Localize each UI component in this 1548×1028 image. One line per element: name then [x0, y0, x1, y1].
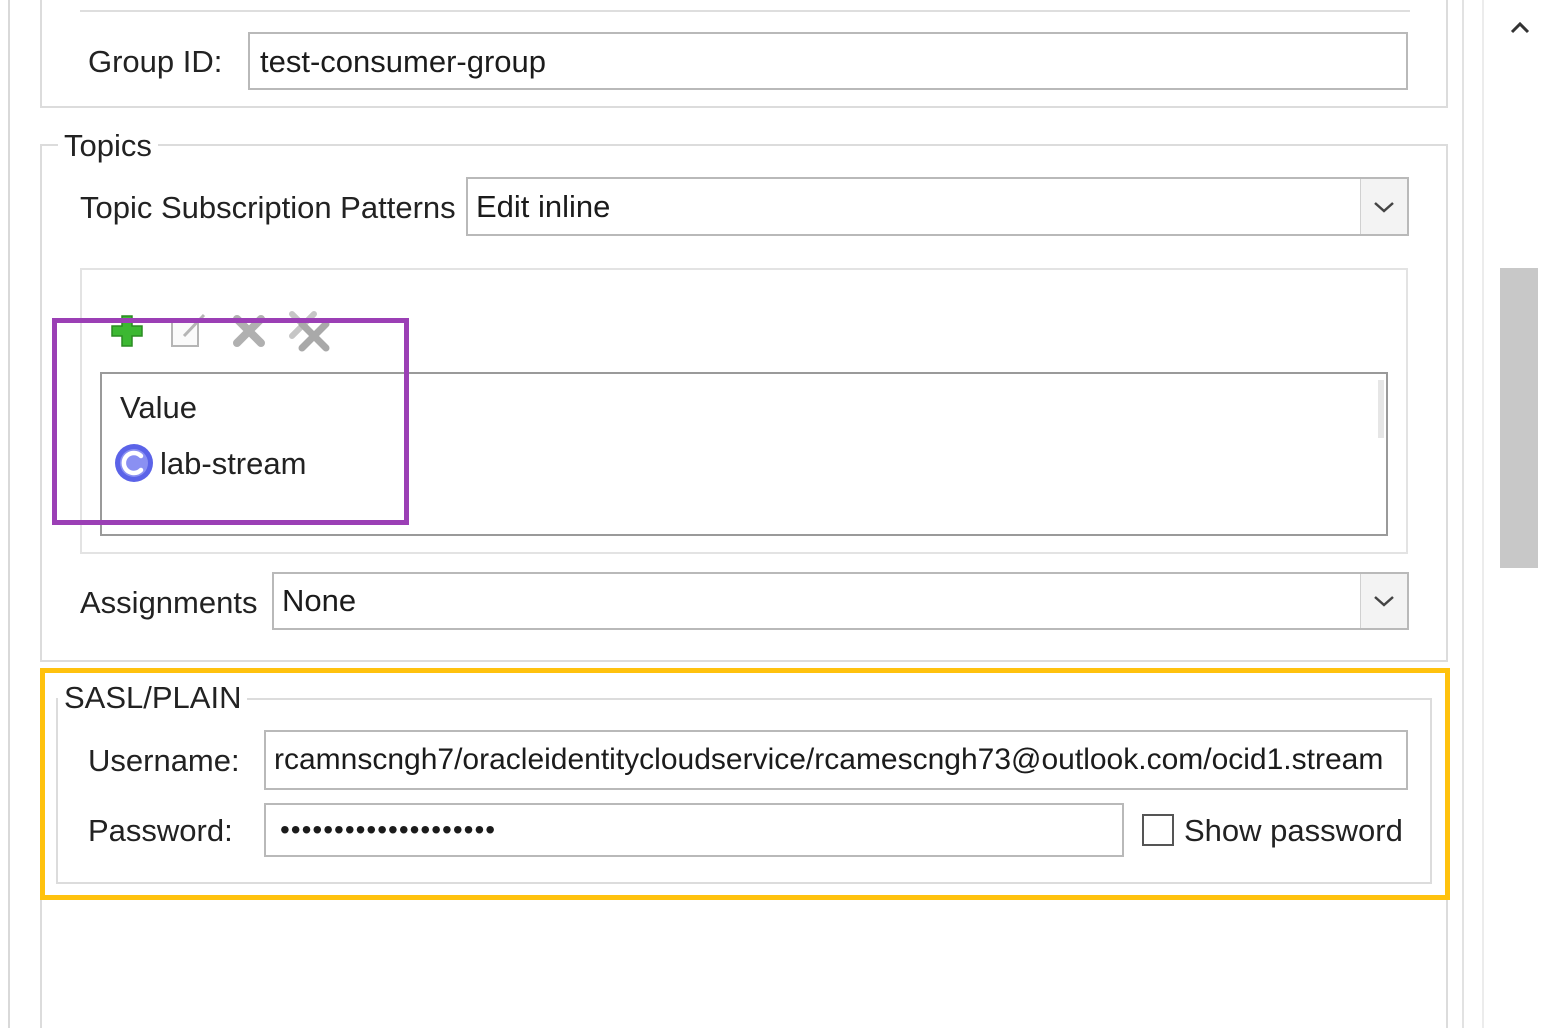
- username-input[interactable]: rcamnscngh7/oracleidentitycloudservice/r…: [264, 730, 1408, 790]
- panel-right-edge: [1462, 0, 1464, 1028]
- purple-highlight-box: [52, 318, 409, 525]
- subscription-patterns-label: Topic Subscription Patterns: [80, 190, 456, 225]
- scrollbar-up-arrow[interactable]: [1500, 10, 1540, 46]
- lower-panel-right-border: [1446, 900, 1448, 1028]
- subscription-patterns-select[interactable]: Edit inline: [466, 177, 1409, 236]
- username-label: Username:: [88, 743, 240, 778]
- assignments-label: Assignments: [80, 585, 258, 620]
- scrollbar-thumb[interactable]: [1500, 268, 1538, 568]
- group-id-input[interactable]: test-consumer-group: [248, 32, 1408, 90]
- show-password-checkbox[interactable]: [1142, 814, 1174, 846]
- table-scrollbar-hint: [1378, 380, 1384, 438]
- assignments-select[interactable]: None: [272, 572, 1409, 630]
- show-password-label[interactable]: Show password: [1184, 815, 1403, 846]
- lower-panel-left-border: [40, 900, 42, 1028]
- chevron-down-icon[interactable]: [1360, 179, 1407, 234]
- chevron-down-icon[interactable]: [1360, 574, 1407, 628]
- vertical-scrollbar-track[interactable]: [1482, 0, 1484, 1028]
- window-left-edge: [8, 0, 10, 1028]
- assignments-value: None: [282, 583, 357, 618]
- topics-legend: Topics: [58, 130, 158, 161]
- subscription-patterns-value: Edit inline: [476, 188, 611, 224]
- password-label: Password:: [88, 813, 233, 848]
- group-id-label: Group ID:: [88, 44, 223, 79]
- sasl-legend: SASL/PLAIN: [58, 682, 248, 713]
- top-divider: [80, 10, 1410, 12]
- password-input[interactable]: ••••••••••••••••••••: [264, 803, 1124, 857]
